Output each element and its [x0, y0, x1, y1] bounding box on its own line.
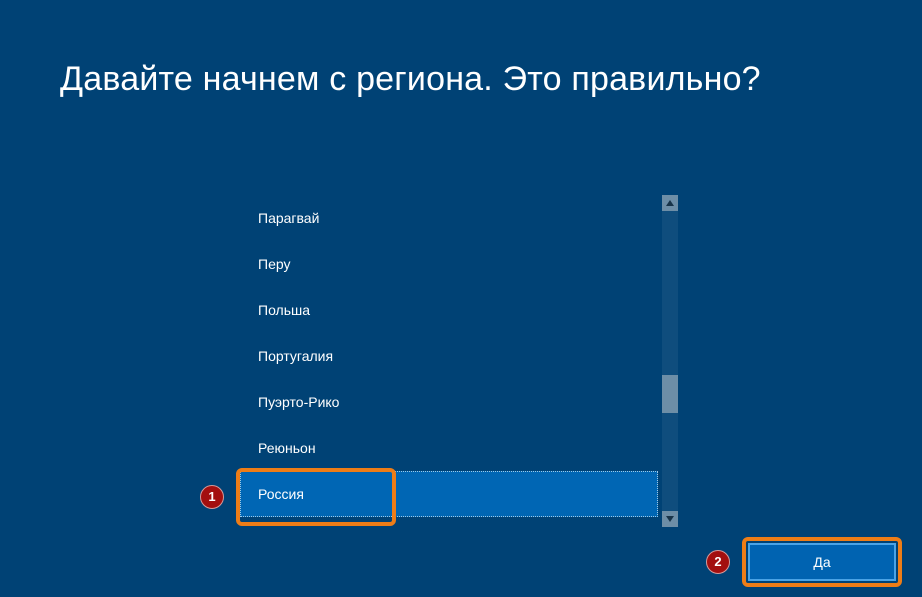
annotation-badge-2: 2 — [706, 550, 730, 574]
page-title: Давайте начнем с региона. Это правильно? — [60, 60, 862, 99]
annotation-badge-1: 1 — [200, 485, 224, 509]
region-label: Россия — [258, 486, 304, 502]
chevron-down-icon — [666, 516, 674, 522]
region-label: Португалия — [258, 348, 333, 364]
region-label: Польша — [258, 302, 310, 318]
list-item[interactable]: Парагвай — [240, 195, 658, 241]
scroll-down-button[interactable] — [662, 511, 678, 527]
list-item[interactable]: Польша — [240, 287, 658, 333]
list-item[interactable]: Португалия — [240, 333, 658, 379]
scrollbar-track[interactable] — [662, 195, 678, 527]
region-label: Пуэрто-Рико — [258, 394, 339, 410]
list-item-selected[interactable]: Россия — [240, 471, 658, 517]
scroll-up-button[interactable] — [662, 195, 678, 211]
chevron-up-icon — [666, 200, 674, 206]
region-list[interactable]: Парагвай Перу Польша Португалия Пуэрто-Р… — [240, 195, 658, 527]
list-item[interactable]: Реюньон — [240, 425, 658, 471]
scrollbar-thumb[interactable] — [662, 375, 678, 413]
list-item[interactable]: Пуэрто-Рико — [240, 379, 658, 425]
yes-button[interactable]: Да — [748, 543, 896, 581]
list-item[interactable]: Перу — [240, 241, 658, 287]
region-label: Реюньон — [258, 440, 316, 456]
region-label: Парагвай — [258, 210, 319, 226]
region-list-container: Парагвай Перу Польша Португалия Пуэрто-Р… — [240, 195, 678, 527]
region-label: Перу — [258, 256, 290, 272]
